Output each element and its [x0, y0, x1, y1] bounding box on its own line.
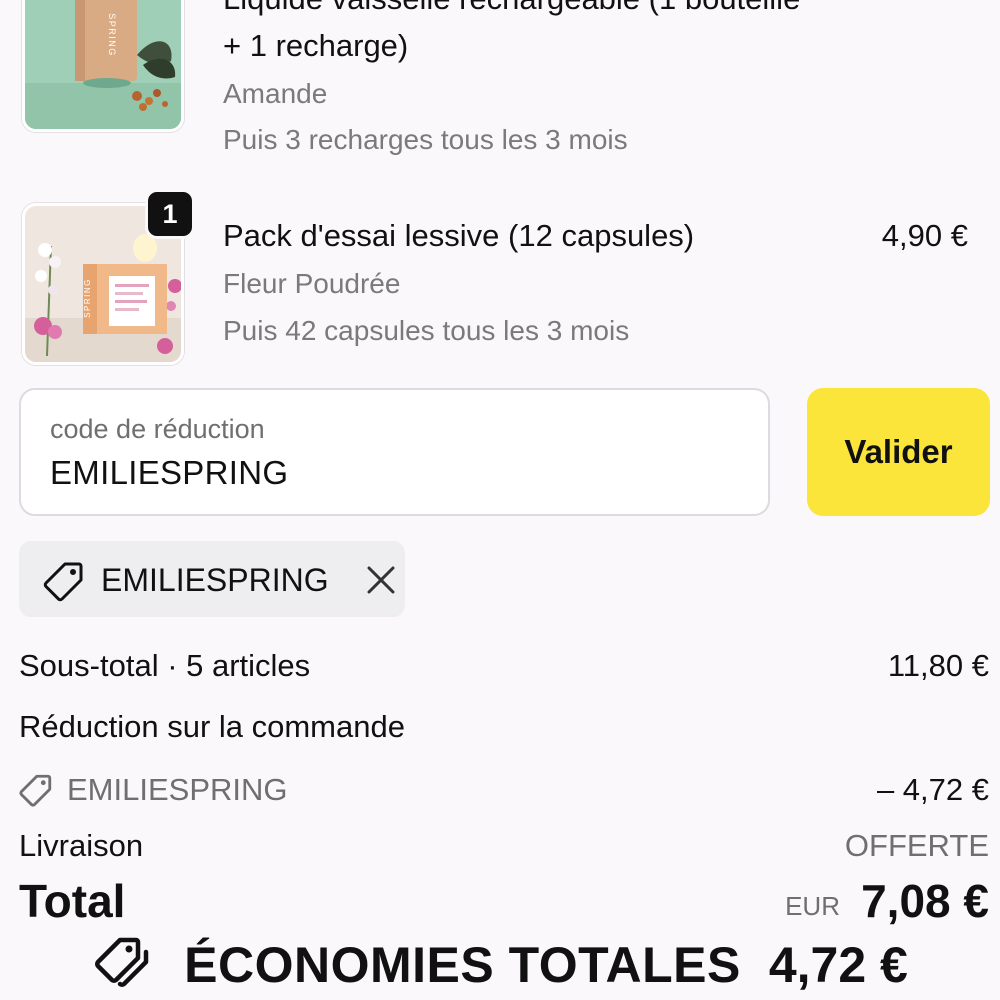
- discount-code-field[interactable]: code de réduction EMILIESPRING: [19, 388, 770, 516]
- total-label: Total: [19, 875, 126, 927]
- item-variant: Amande: [223, 78, 328, 109]
- discount-code-summary: EMILIESPRING: [67, 772, 288, 807]
- apply-discount-button[interactable]: Valider: [807, 388, 990, 516]
- tag-icon: [19, 773, 53, 812]
- close-icon[interactable]: [365, 564, 397, 601]
- product-image-brand: SPRING: [83, 278, 92, 318]
- shipping-value: OFFERTE: [844, 828, 989, 863]
- tag-icon: [43, 560, 85, 607]
- discount-code-input[interactable]: EMILIESPRING: [50, 454, 288, 492]
- item-price: 4,90 €: [881, 218, 968, 253]
- item-subscription: Puis 3 recharges tous les 3 mois: [223, 124, 628, 155]
- product-image-brand: SPRING: [107, 13, 117, 57]
- applied-discount-chip: EMILIESPRING: [19, 541, 405, 617]
- total-value: 7,08 €: [861, 875, 989, 927]
- item-subscription: Puis 42 capsules tous les 3 mois: [223, 315, 630, 346]
- product-thumbnail-dish-soap[interactable]: SPRING: [22, 0, 184, 132]
- item-title: Pack d'essai lessive (12 capsules): [223, 218, 695, 253]
- item-variant: Fleur Poudrée: [223, 268, 401, 299]
- discount-amount: – 4,72 €: [876, 772, 989, 807]
- subtotal-label: Sous-total · 5 articles: [19, 648, 311, 683]
- item-title-line2: + 1 recharge): [223, 28, 409, 63]
- total-currency: EUR: [785, 891, 840, 921]
- total-savings-banner: ÉCONOMIES TOTALES 4,72 €: [0, 930, 1000, 1000]
- total-savings-value: 4,72 €: [768, 937, 908, 993]
- discount-code-label: code de réduction: [50, 414, 265, 444]
- subtotal-value: 11,80 €: [887, 648, 989, 683]
- shipping-label: Livraison: [19, 828, 144, 863]
- order-discount-label: Réduction sur la commande: [19, 709, 405, 744]
- quantity-badge: 1: [145, 189, 195, 239]
- double-tag-icon: [92, 936, 154, 995]
- applied-discount-code: EMILIESPRING: [101, 562, 329, 598]
- total-savings-label: ÉCONOMIES TOTALES: [184, 937, 741, 993]
- product-image-dish-soap: SPRING: [25, 0, 181, 129]
- item-title-line1: Liquide vaisselle rechargeable (1 boutei…: [223, 0, 800, 22]
